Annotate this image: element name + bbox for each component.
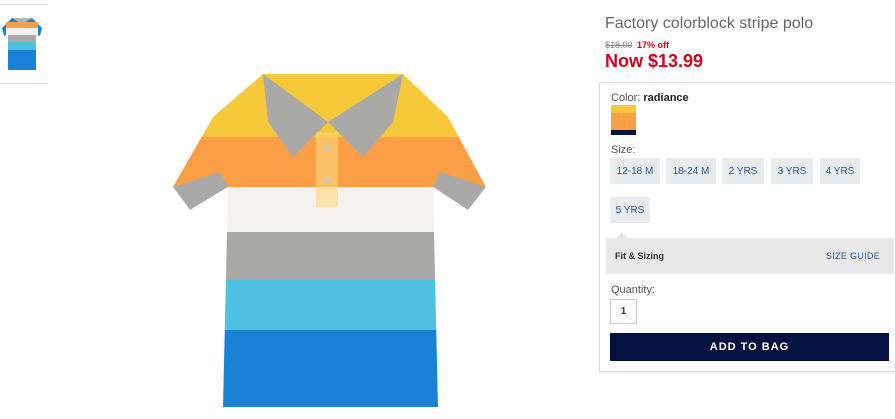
size-option-5yrs[interactable]: 5 YRS xyxy=(610,197,650,223)
size-label: Size: xyxy=(611,144,636,156)
size-option-4yrs[interactable]: 4 YRS xyxy=(820,158,860,184)
price-line: $18.00 17% off xyxy=(605,40,669,50)
divider xyxy=(0,4,48,5)
size-option-12-18m[interactable]: 12-18 M xyxy=(610,158,660,184)
quantity-input[interactable]: 1 xyxy=(610,299,637,324)
product-title: Factory colorblock stripe polo xyxy=(605,15,814,32)
size-option-18-24m[interactable]: 18-24 M xyxy=(666,158,716,184)
thumbnail-image[interactable] xyxy=(0,14,44,74)
product-image xyxy=(173,74,486,407)
size-guide-link[interactable]: SIZE GUIDE xyxy=(826,251,880,261)
size-option-3yrs[interactable]: 3 YRS xyxy=(771,158,813,184)
color-swatch[interactable] xyxy=(611,105,636,135)
discount-badge: 17% off xyxy=(637,40,670,50)
fit-sizing-title: Fit & Sizing xyxy=(615,251,664,261)
buy-box xyxy=(599,82,895,372)
size-option-2yrs[interactable]: 2 YRS xyxy=(722,158,764,184)
color-line: Color: radiance xyxy=(611,92,689,104)
quantity-label: Quantity: xyxy=(611,284,656,296)
original-price: $18.00 xyxy=(605,40,633,50)
color-label: Color: xyxy=(611,92,641,104)
thumbnail-rail xyxy=(0,0,48,84)
color-value: radiance xyxy=(643,92,689,104)
sale-price: Now $13.99 xyxy=(605,51,704,71)
divider xyxy=(0,83,48,84)
add-to-bag-button[interactable]: ADD TO BAG xyxy=(610,333,889,361)
